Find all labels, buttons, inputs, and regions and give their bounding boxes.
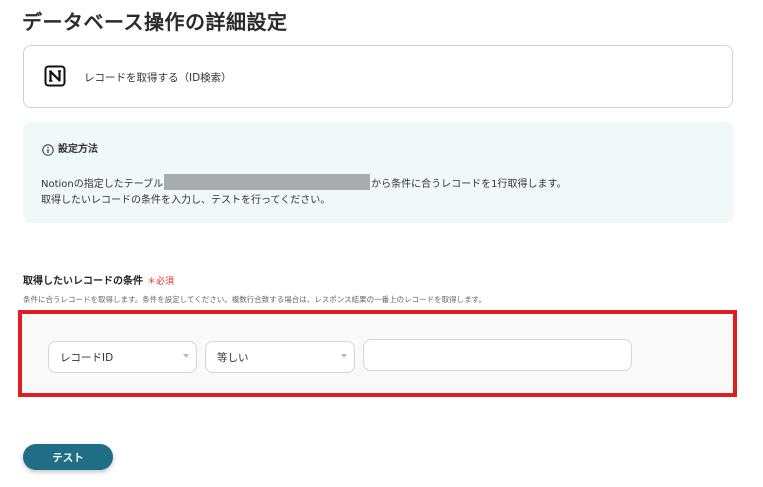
chevron-down-icon — [341, 354, 347, 358]
operator-select[interactable]: 等しい — [205, 341, 355, 373]
info-icon — [42, 141, 54, 156]
info-text-line-2: 取得したいレコードの条件を入力し、テストを行ってください。 — [41, 195, 331, 206]
required-mark: ＊必須 — [147, 277, 175, 287]
info-box: 設定方法 Notionの指定したテーブル から条件に合うレコードを1行取得します… — [23, 122, 734, 223]
operator-select-value: 等しい — [217, 352, 249, 364]
test-button[interactable]: テスト — [23, 444, 113, 470]
info-text-suffix: から条件に合うレコードを1行取得します。 — [371, 178, 567, 190]
condition-field-label: 取得したいレコードの条件 ＊必須 — [23, 272, 174, 287]
condition-panel: レコードID 等しい — [18, 310, 737, 397]
condition-label-text: 取得したいレコードの条件 — [23, 276, 143, 287]
action-label: レコードを取得する（ID検索） — [84, 72, 232, 84]
field-select-value: レコードID — [60, 352, 114, 364]
redacted-table-name — [164, 174, 371, 190]
page-title: データベース操作の詳細設定 — [22, 10, 288, 34]
notion-icon — [44, 65, 66, 87]
condition-field-help: 条件に合うレコードを取得します。条件を設定してください。複数行合致する場合は、レ… — [23, 295, 486, 304]
condition-value-input[interactable] — [363, 339, 632, 371]
info-text-prefix: Notionの指定したテーブル — [41, 178, 164, 190]
action-card[interactable]: レコードを取得する（ID検索） — [23, 45, 733, 108]
chevron-down-icon — [183, 354, 189, 358]
field-select[interactable]: レコードID — [48, 341, 197, 373]
info-heading: 設定方法 — [58, 144, 98, 155]
info-text-line-1: Notionの指定したテーブル から条件に合うレコードを1行取得します。 — [41, 174, 567, 190]
